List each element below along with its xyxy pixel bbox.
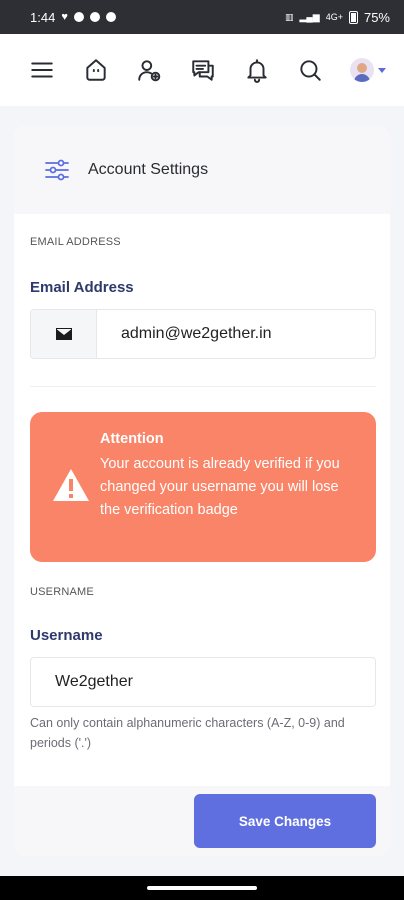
sliders-icon — [45, 159, 69, 181]
card-footer: Save Changes — [14, 786, 390, 856]
signal-icon: ▂▄▆ — [299, 11, 320, 22]
status-right: ▥ ▂▄▆ 4G+ 75% — [285, 10, 390, 25]
home-indicator[interactable] — [147, 886, 257, 890]
card-header: Account Settings — [14, 126, 390, 214]
search-icon[interactable] — [296, 56, 324, 84]
username-help-text: Can only contain alphanumeric characters… — [30, 716, 345, 750]
facebook-icon — [89, 12, 100, 22]
system-nav-bar — [0, 876, 404, 900]
email-field-label: Email Address — [30, 279, 134, 296]
divider — [30, 386, 376, 387]
network-type: 4G+ — [325, 11, 343, 22]
email-addon — [31, 310, 97, 358]
username-field[interactable]: We2gether — [30, 657, 376, 707]
chevron-down-icon[interactable] — [377, 67, 386, 73]
email-value[interactable]: admin@we2gether.in — [97, 310, 375, 358]
user-menu[interactable] — [349, 58, 386, 82]
username-field-label: Username — [30, 627, 103, 644]
heart-icon: ♥ — [61, 11, 68, 23]
status-time: 1:44 — [30, 9, 56, 25]
home-icon[interactable] — [82, 56, 110, 84]
avatar[interactable] — [349, 58, 374, 82]
page-title: Account Settings — [88, 161, 209, 178]
email-section-label: EMAIL ADDRESS — [30, 236, 121, 248]
wifi-calling-icon: ▥ — [284, 11, 294, 22]
account-settings-card: Account Settings EMAIL ADDRESS Email Add… — [14, 126, 390, 856]
battery-icon — [348, 10, 358, 24]
messages-icon[interactable] — [189, 56, 217, 84]
envelope-icon — [55, 328, 72, 340]
battery-percent: 75% — [363, 9, 390, 25]
notification-icon — [73, 12, 84, 22]
top-navbar — [0, 34, 404, 106]
status-bar: 1:44 ♥ ▥ ▂▄▆ 4G+ 75% — [0, 0, 404, 34]
email-field[interactable]: admin@we2gether.in — [30, 309, 376, 359]
attention-alert: Attention Your account is already verifi… — [30, 412, 376, 562]
add-user-icon[interactable] — [135, 56, 163, 84]
status-left: 1:44 ♥ — [30, 10, 116, 25]
save-button[interactable]: Save Changes — [194, 794, 376, 848]
warning-icon — [53, 469, 89, 501]
menu-icon[interactable] — [28, 56, 56, 84]
app-icon — [105, 12, 116, 22]
username-section-label: USERNAME — [30, 586, 94, 598]
alert-text: Your account is already verified if you … — [100, 456, 340, 518]
bell-icon[interactable] — [243, 56, 271, 84]
alert-title: Attention — [100, 431, 164, 447]
